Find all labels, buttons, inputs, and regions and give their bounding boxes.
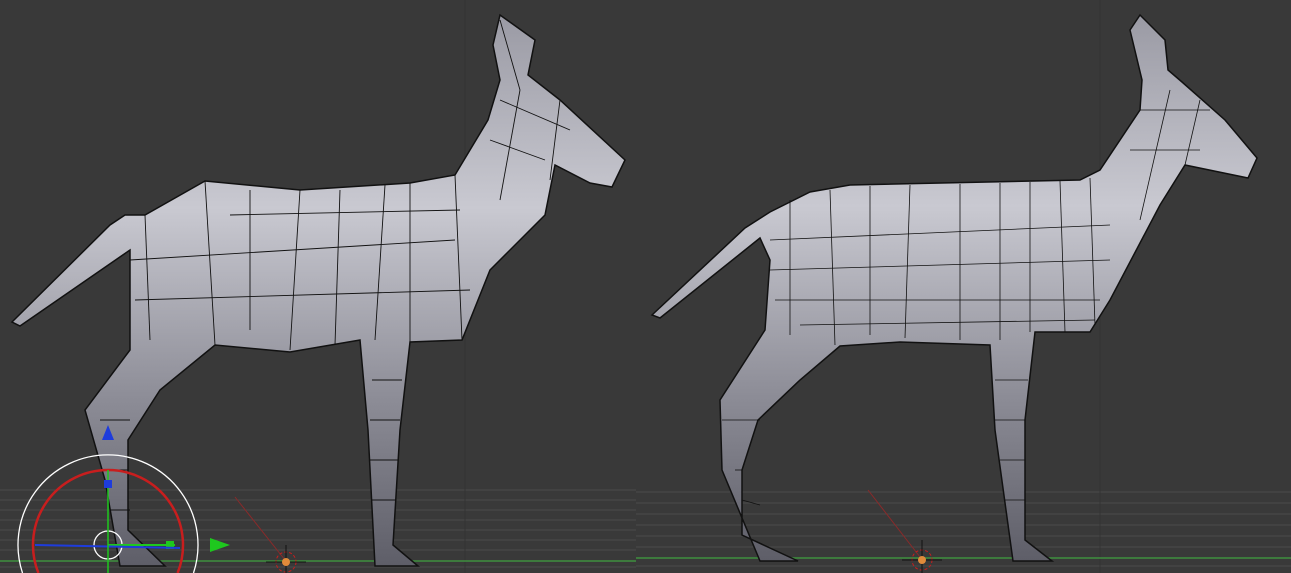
viewport-area <box>0 0 1291 573</box>
deer-mesh-low-poly[interactable] <box>10 13 626 567</box>
z-scale-handle[interactable] <box>104 480 112 488</box>
viewport-scene[interactable] <box>0 0 1291 573</box>
deer-mesh-subdivided[interactable] <box>650 13 1258 562</box>
3d-cursor-right-icon <box>867 489 942 573</box>
